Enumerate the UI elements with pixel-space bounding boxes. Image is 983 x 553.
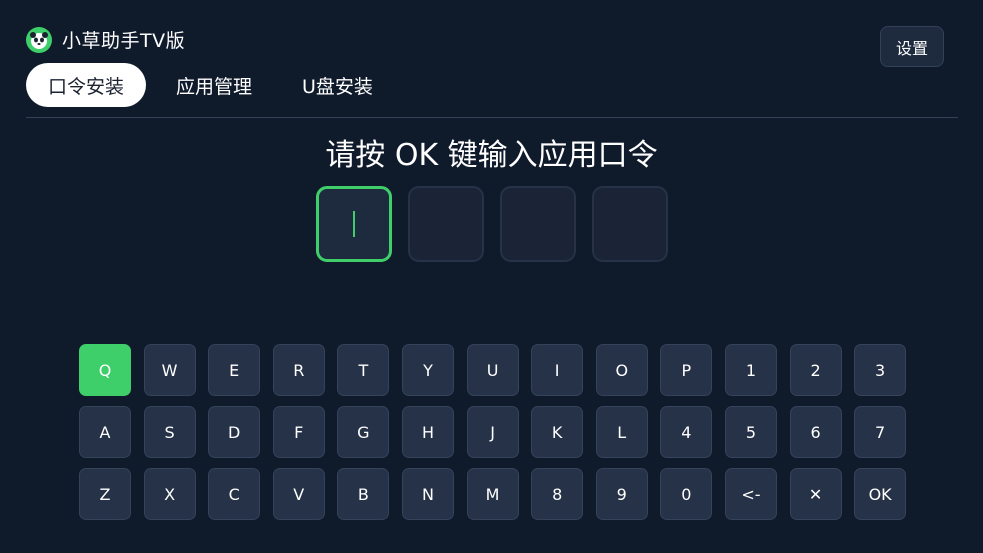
key-4[interactable]: 4: [660, 406, 713, 458]
key-clear[interactable]: ✕: [789, 468, 842, 520]
app-title: 小草助手TV版: [62, 30, 186, 52]
key-a[interactable]: A: [79, 406, 131, 458]
code-box-4[interactable]: [592, 186, 668, 262]
key-1[interactable]: 1: [724, 344, 777, 396]
brand: 小草助手TV版: [26, 26, 185, 53]
key-n[interactable]: N: [401, 468, 454, 520]
key-8[interactable]: 8: [531, 468, 584, 520]
key-m[interactable]: M: [466, 468, 519, 520]
key-f[interactable]: F: [272, 406, 325, 458]
key-j[interactable]: J: [466, 406, 519, 458]
key-y[interactable]: Y: [401, 344, 454, 396]
header-divider: [26, 117, 958, 118]
key-z[interactable]: Z: [79, 468, 131, 520]
settings-button[interactable]: 设置: [880, 26, 944, 67]
key-q[interactable]: Q: [79, 344, 131, 396]
key-g[interactable]: G: [337, 406, 390, 458]
text-cursor: [353, 211, 355, 237]
key-3[interactable]: 3: [854, 344, 907, 396]
key-s[interactable]: S: [143, 406, 196, 458]
key-6[interactable]: 6: [789, 406, 842, 458]
code-box-3[interactable]: [500, 186, 576, 262]
key-7[interactable]: 7: [854, 406, 907, 458]
key-x[interactable]: X: [143, 468, 196, 520]
key-k[interactable]: K: [531, 406, 584, 458]
key-i[interactable]: I: [531, 344, 584, 396]
key-c[interactable]: C: [208, 468, 261, 520]
key-b[interactable]: B: [337, 468, 390, 520]
key-p[interactable]: P: [660, 344, 713, 396]
key-0[interactable]: 0: [660, 468, 713, 520]
key-o[interactable]: O: [595, 344, 648, 396]
code-prompt: 请按 OK 键输入应用口令: [325, 138, 658, 173]
key-h[interactable]: H: [401, 406, 454, 458]
key-d[interactable]: D: [208, 406, 261, 458]
key-w[interactable]: W: [143, 344, 196, 396]
code-box-1[interactable]: [316, 186, 392, 262]
key-2[interactable]: 2: [789, 344, 842, 396]
panda-logo-icon: [26, 26, 52, 53]
tab-code-install[interactable]: 口令安装: [26, 63, 146, 107]
key-t[interactable]: T: [337, 344, 390, 396]
key-ok[interactable]: OK: [854, 468, 907, 520]
tab-app-manage[interactable]: 应用管理: [176, 63, 252, 107]
key-9[interactable]: 9: [595, 468, 648, 520]
code-box-2[interactable]: [408, 186, 484, 262]
key-backspace[interactable]: <-: [724, 468, 777, 520]
tab-usb-install[interactable]: U盘安装: [302, 63, 373, 107]
key-e[interactable]: E: [208, 344, 261, 396]
on-screen-keyboard: Q W E R T Y U I O P 1 2 3 A S D F G H J K L 4 5 6 7 Z X C V B N M 8 9 0 <- ✕ O…: [79, 344, 907, 520]
key-v[interactable]: V: [272, 468, 325, 520]
tab-bar: 口令安装 应用管理 U盘安装: [26, 63, 373, 107]
key-r[interactable]: R: [272, 344, 325, 396]
code-input-row: [316, 186, 668, 262]
key-l[interactable]: L: [595, 406, 648, 458]
key-5[interactable]: 5: [724, 406, 777, 458]
key-u[interactable]: U: [466, 344, 519, 396]
app-window: 小草助手TV版 设置 口令安装 应用管理 U盘安装 请按 OK 键输入应用口令 …: [0, 0, 983, 553]
